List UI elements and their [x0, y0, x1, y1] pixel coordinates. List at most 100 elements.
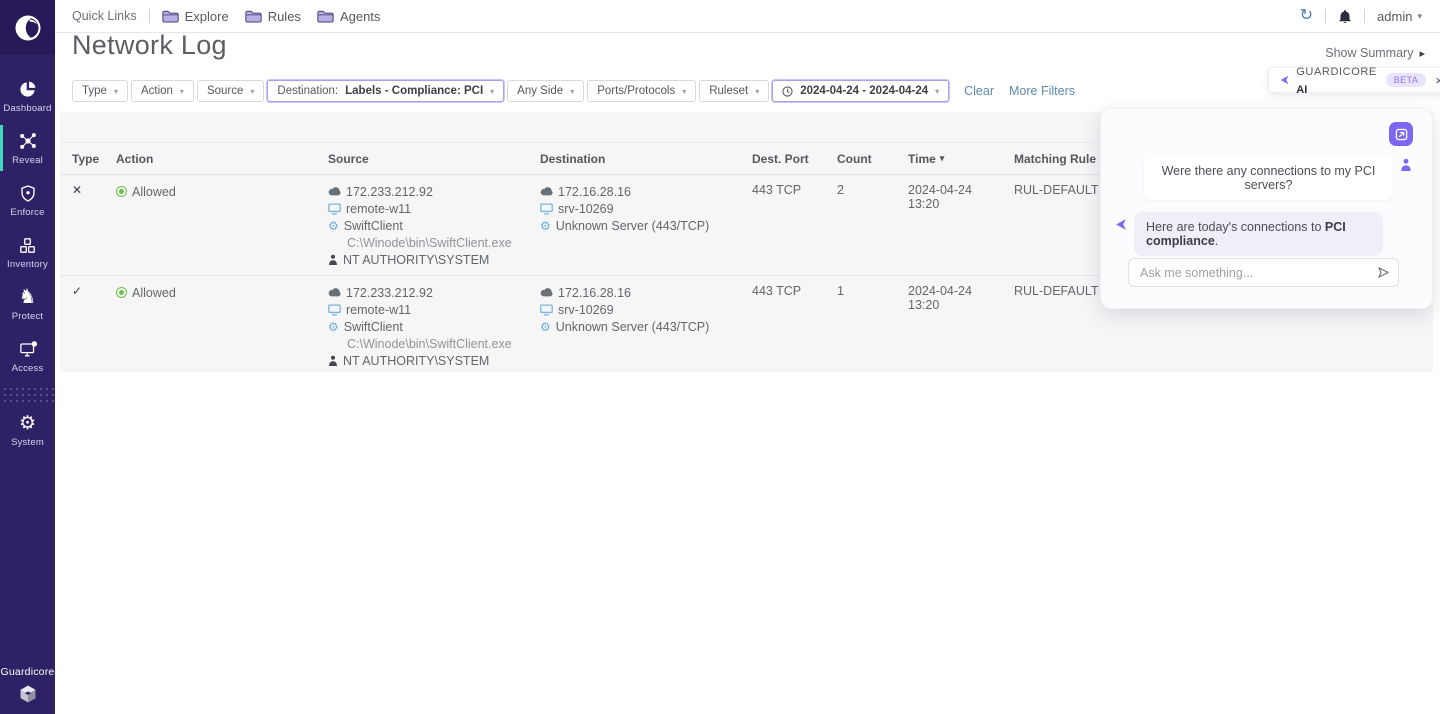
- sidebar-brand: Guardicore: [0, 666, 55, 704]
- sidebar-item-label: Protect: [12, 311, 44, 322]
- source-ip: 172.233.212.92: [346, 185, 433, 199]
- user-avatar-icon: [1400, 158, 1412, 171]
- dest-port-cell: 443 TCP: [752, 284, 837, 372]
- reveal-graph-icon: [18, 130, 38, 152]
- allowed-status-icon: [116, 287, 127, 298]
- monitor-icon: [540, 203, 553, 215]
- sidebar-nav: Dashboard Reveal Enforce: [0, 70, 55, 456]
- process-gear-icon: ⚙: [328, 321, 339, 333]
- clear-filters-link[interactable]: Clear: [964, 84, 994, 98]
- user-icon: [328, 355, 338, 366]
- clock-icon: [782, 86, 793, 97]
- monitor-icon: [328, 203, 341, 215]
- filter-ruleset[interactable]: Ruleset ▾: [699, 80, 769, 102]
- user-icon: [328, 254, 338, 265]
- sidebar-item-access[interactable]: Access: [0, 330, 55, 382]
- dest-port-cell: 443 TCP: [752, 183, 837, 275]
- divider: [1364, 9, 1365, 23]
- folder-icon: [245, 10, 262, 23]
- close-icon[interactable]: ×: [1435, 73, 1440, 88]
- sidebar-item-label: Inventory: [7, 259, 48, 270]
- filter-action[interactable]: Action ▾: [131, 80, 194, 102]
- cloud-icon: [328, 288, 341, 297]
- inventory-boxes-icon: [18, 234, 37, 256]
- guardicore-crescent-logo[interactable]: [0, 0, 55, 55]
- destination-host: srv-10269: [558, 303, 614, 317]
- enforce-shield-icon: [19, 182, 37, 204]
- filter-date-range[interactable]: 2024-04-24 - 2024-04-24 ▾: [772, 80, 949, 102]
- source-process: SwiftClient: [344, 219, 403, 233]
- sidebar-item-reveal[interactable]: Reveal: [0, 122, 55, 174]
- quick-links[interactable]: Quick Links: [72, 9, 137, 23]
- sidebar-item-dashboard[interactable]: Dashboard: [0, 70, 55, 122]
- collapse-chat-button[interactable]: [1389, 122, 1413, 146]
- cloud-icon: [540, 187, 553, 196]
- more-filters-link[interactable]: More Filters: [1009, 84, 1075, 98]
- source-path: C:\Winode\bin\SwiftClient.exe: [347, 236, 512, 250]
- refresh-icon[interactable]: ↻: [1300, 8, 1313, 24]
- notifications-bell-icon[interactable]: [1338, 9, 1352, 24]
- crescent-icon: [13, 13, 43, 43]
- divider: [1325, 9, 1326, 23]
- nav-item-agents[interactable]: Agents: [317, 9, 380, 24]
- chevron-down-icon: ▾: [180, 87, 184, 96]
- filter-any-side[interactable]: Any Side ▾: [507, 80, 584, 102]
- cloud-icon: [540, 288, 553, 297]
- sidebar: Dashboard Reveal Enforce: [0, 0, 55, 714]
- column-header-dest-port[interactable]: Dest. Port: [752, 152, 837, 166]
- filter-bar: Type ▾ Action ▾ Source ▾ Destination: La…: [72, 80, 1075, 102]
- source-path: C:\Winode\bin\SwiftClient.exe: [347, 337, 512, 351]
- filter-source[interactable]: Source ▾: [197, 80, 264, 102]
- filter-destination[interactable]: Destination: Labels - Compliance: PCI ▾: [267, 80, 504, 102]
- time-clock: 13:20: [908, 298, 1014, 312]
- column-header-count[interactable]: Count: [837, 152, 908, 166]
- sidebar-item-enforce[interactable]: Enforce: [0, 174, 55, 226]
- username: admin: [1377, 9, 1412, 24]
- sidebar-item-protect[interactable]: ♞ Protect: [0, 278, 55, 330]
- send-icon[interactable]: [1377, 266, 1390, 284]
- column-header-destination[interactable]: Destination: [540, 152, 752, 166]
- time-clock: 13:20: [908, 197, 1014, 211]
- column-header-type[interactable]: Type: [72, 152, 116, 166]
- chat-input[interactable]: [1128, 258, 1399, 287]
- chevron-down-icon: ▾: [250, 87, 254, 96]
- filter-ports-protocols[interactable]: Ports/Protocols ▾: [587, 80, 696, 102]
- destination-ip: 172.16.28.16: [558, 286, 631, 300]
- sidebar-item-label: Access: [12, 363, 44, 374]
- sidebar-item-label: Reveal: [12, 155, 43, 166]
- column-header-source[interactable]: Source: [328, 152, 540, 166]
- nav-label: Explore: [185, 9, 229, 24]
- guardicore-ai-chip[interactable]: GUARDICORE AI BETA ×: [1268, 67, 1440, 93]
- count-cell: 1: [837, 284, 908, 372]
- column-header-time[interactable]: Time▾: [908, 152, 1014, 166]
- ai-chip-ai: AI: [1296, 84, 1307, 96]
- chat-input-wrap: [1128, 258, 1399, 287]
- ai-logo-icon: [1114, 218, 1127, 231]
- source-cell: 172.233.212.92 remote-w11 ⚙SwiftClient C…: [328, 284, 540, 372]
- sidebar-item-inventory[interactable]: Inventory: [0, 226, 55, 278]
- source-host: remote-w11: [346, 303, 411, 317]
- monitor-icon: [540, 304, 553, 316]
- user-message-row: Were there any connections to my PCI ser…: [1144, 156, 1412, 200]
- column-header-action[interactable]: Action: [116, 152, 328, 166]
- user-menu[interactable]: admin ▾: [1377, 9, 1422, 24]
- dashboard-pie-icon: [18, 78, 37, 100]
- sidebar-item-label: Enforce: [10, 207, 44, 218]
- nav-item-rules[interactable]: Rules: [245, 9, 301, 24]
- chevron-down-icon: ▾: [570, 87, 574, 96]
- nav-label: Agents: [340, 9, 380, 24]
- show-summary-link[interactable]: Show Summary ▸: [1325, 46, 1425, 60]
- action-value: Allowed: [132, 185, 176, 199]
- filter-label: Ruleset: [709, 85, 748, 97]
- source-ip: 172.233.212.92: [346, 286, 433, 300]
- process-gear-icon: ⚙: [328, 220, 339, 232]
- nav-item-explore[interactable]: Explore: [162, 9, 229, 24]
- divider: [149, 9, 150, 23]
- filter-type[interactable]: Type ▾: [72, 80, 128, 102]
- chevron-down-icon: ▾: [1417, 11, 1422, 22]
- ai-logo-icon: [1279, 74, 1289, 86]
- chevron-down-icon: ▾: [935, 87, 939, 96]
- sidebar-item-system[interactable]: ⚙ System: [0, 404, 55, 456]
- monitor-icon: [328, 304, 341, 316]
- source-user: NT AUTHORITY\SYSTEM: [343, 354, 489, 368]
